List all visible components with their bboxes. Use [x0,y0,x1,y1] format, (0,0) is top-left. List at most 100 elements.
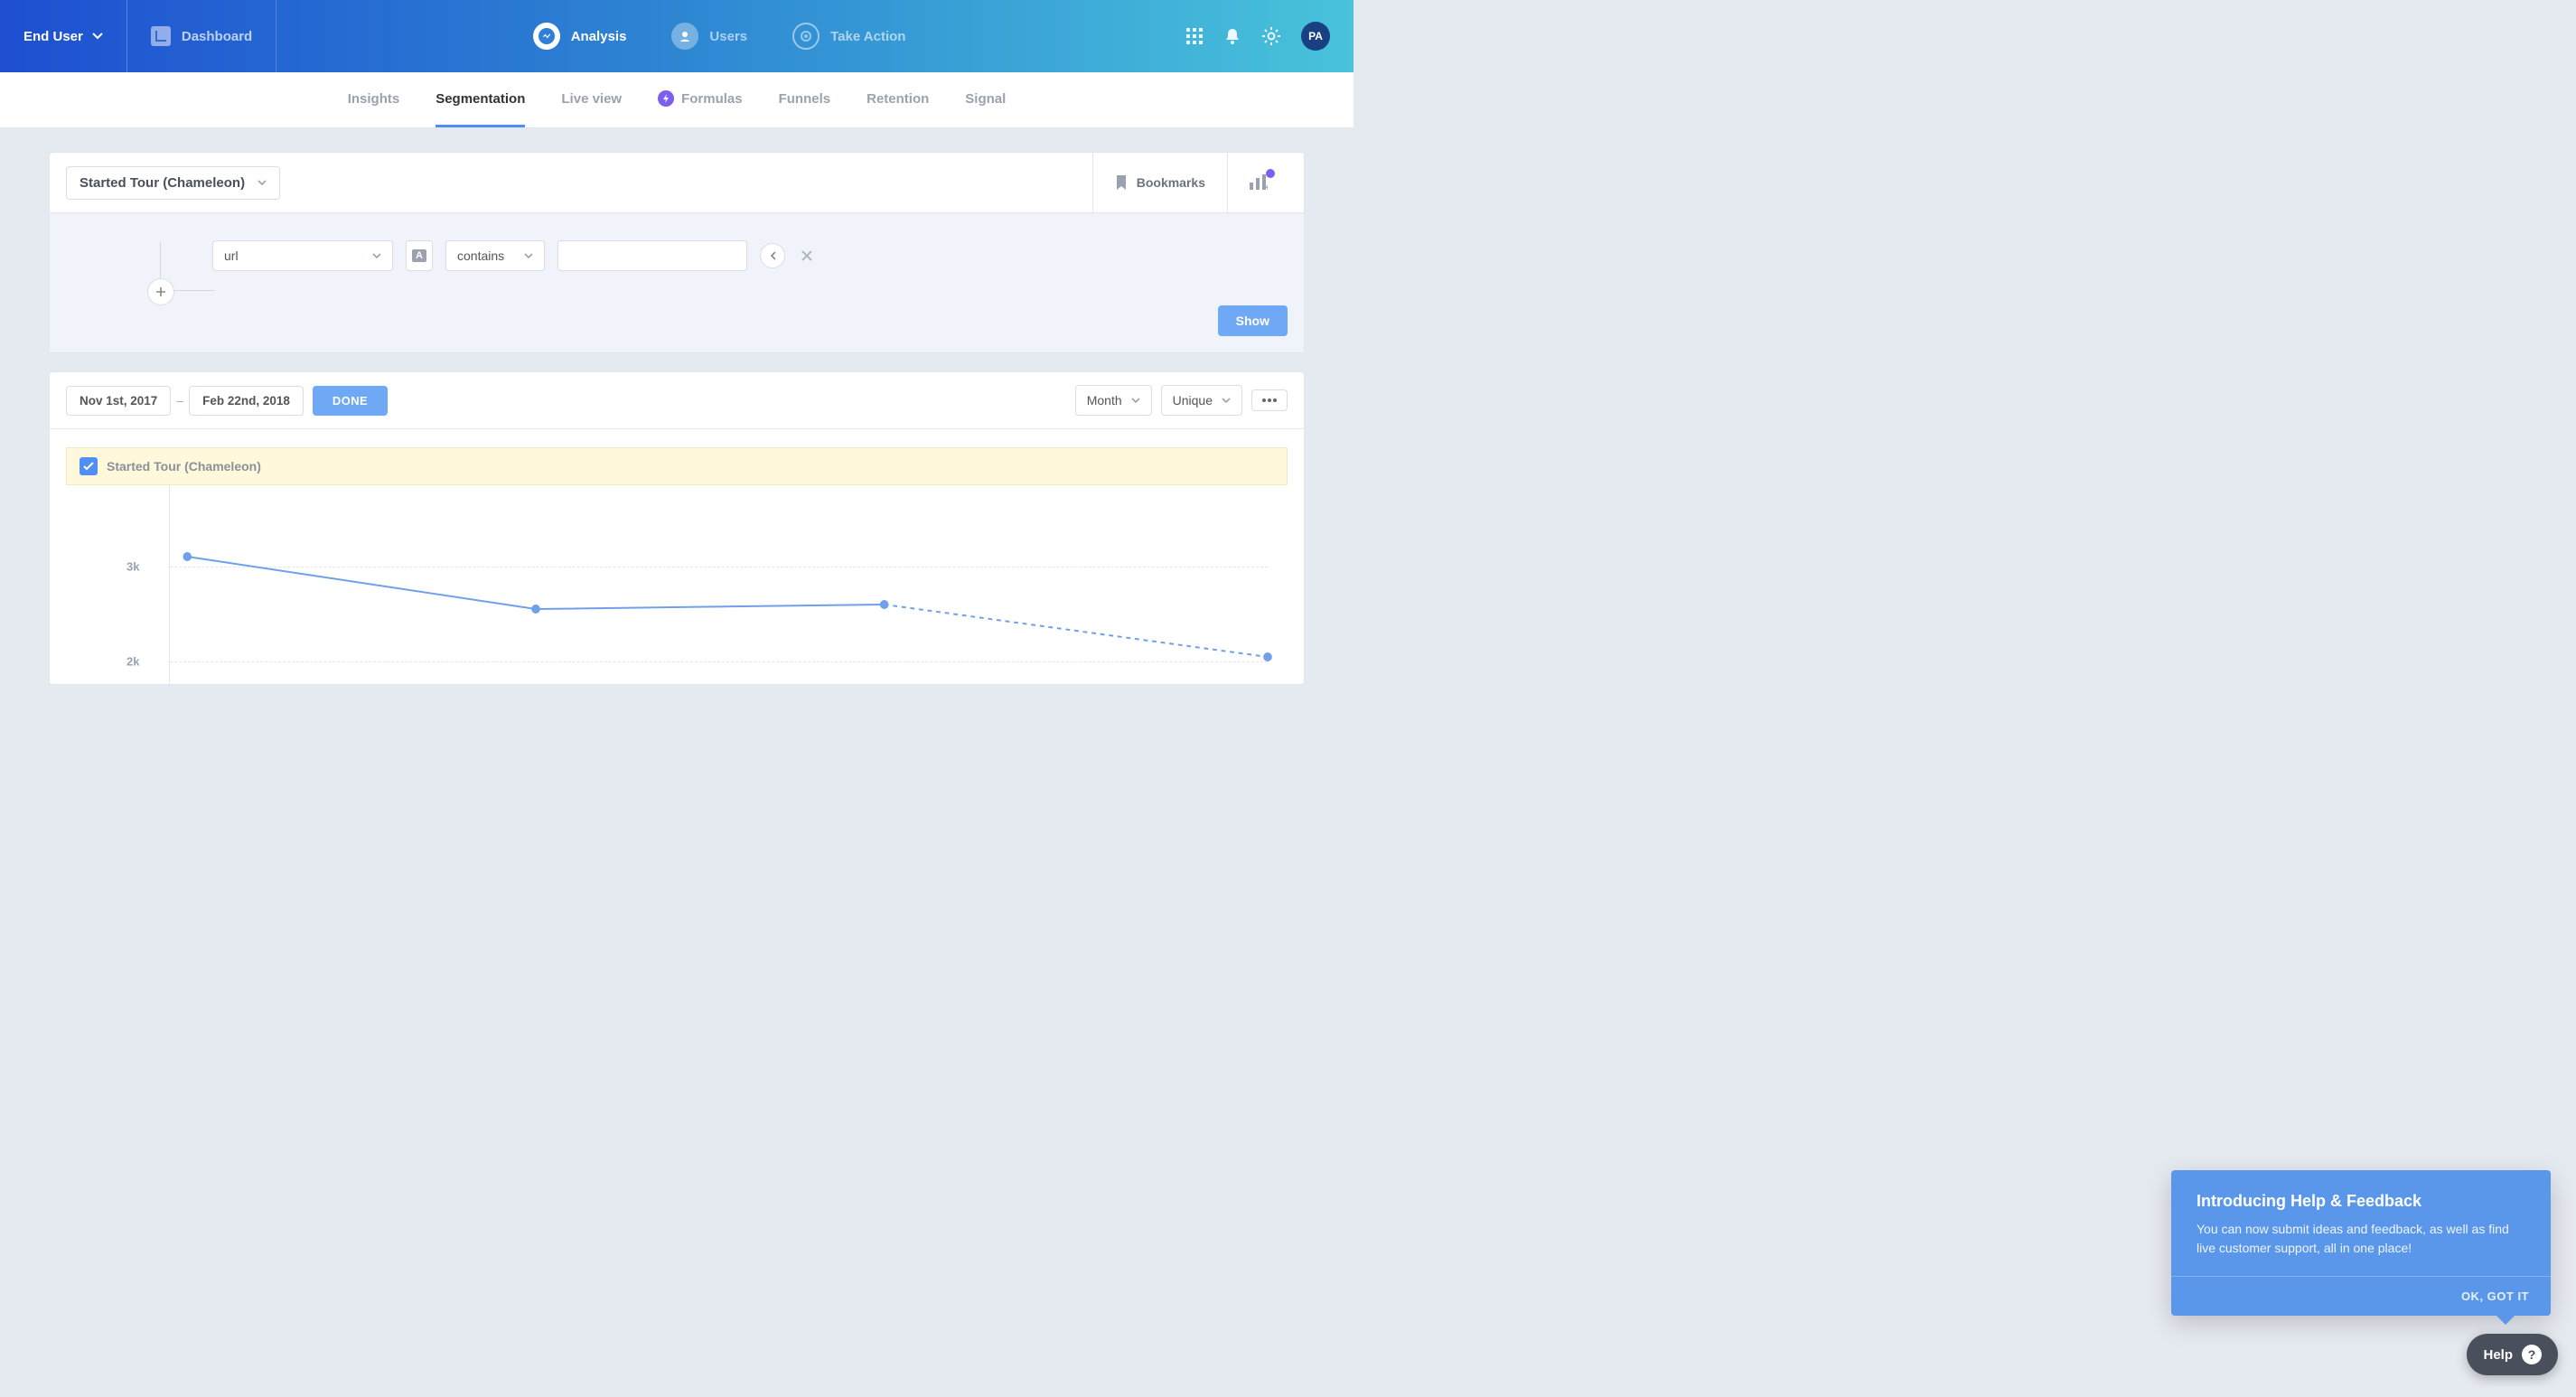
add-to-dashboard-button[interactable]: + [1227,153,1288,212]
dashboard-label: Dashboard [182,29,252,44]
subnav-insights[interactable]: Insights [348,72,400,127]
analysis-subnav: Insights Segmentation Live view Formulas… [0,72,1354,128]
apps-icon[interactable] [1185,27,1204,45]
query-panel-header-right: Bookmarks + [1092,165,1288,200]
subnav-segmentation[interactable]: Segmentation [436,72,525,127]
filter-operator-dropdown[interactable]: contains [445,240,545,271]
plus-icon [155,286,166,297]
count-type-label: Unique [1173,393,1213,408]
remove-filter-button[interactable] [798,247,816,266]
chevron-down-icon [1131,398,1140,404]
date-done-button[interactable]: DONE [313,386,388,416]
nav-users-label: Users [709,29,747,44]
top-nav: End User Dashboard Analysis Users Take A… [0,0,1354,72]
chart-options-menu[interactable] [1251,389,1288,411]
user-avatar[interactable]: PA [1301,22,1330,51]
help-intro-popover: Introducing Help & Feedback You can now … [2171,1170,2551,1316]
filter-property-dropdown[interactable]: url [212,240,393,271]
show-button[interactable]: Show [1218,305,1288,336]
filter-value-input[interactable] [569,248,735,263]
count-type-dropdown[interactable]: Unique [1161,385,1242,416]
popover-tail-icon [2496,1316,2515,1325]
chart-plot-area: 3k 2k [169,485,1268,684]
workarea: Started Tour (Chameleon) Bookmarks + [0,128,1354,685]
subnav-segmentation-label: Segmentation [436,91,525,107]
series-label: Started Tour (Chameleon) [107,459,261,473]
data-point[interactable] [1263,652,1272,661]
data-point[interactable] [183,552,192,561]
help-popover-title: Introducing Help & Feedback [2197,1192,2525,1211]
bookmark-icon [1115,174,1128,191]
filter-value-input-wrap [557,240,747,271]
dashboard-icon [151,26,171,46]
notifications-icon[interactable] [1223,27,1241,45]
subnav-formulas[interactable]: Formulas [658,72,743,127]
add-filter-button[interactable] [147,278,174,305]
data-point[interactable] [531,605,540,614]
user-icon [671,23,698,50]
nav-users[interactable]: Users [671,23,747,50]
chevron-down-icon [1222,398,1231,404]
subnav-signal[interactable]: Signal [965,72,1006,127]
filter-footer: Show [50,295,1304,352]
collapse-filter-button[interactable] [760,243,785,268]
subnav-formulas-label: Formulas [681,91,743,107]
help-popover-confirm-button[interactable]: OK, GOT IT [2461,1289,2529,1303]
top-nav-center: Analysis Users Take Action [276,23,1162,50]
nav-take-action-label: Take Action [830,29,905,44]
filter-body: url A contains [50,213,1304,295]
subnav-retention-label: Retention [866,91,929,107]
date-to-picker[interactable]: Feb 22nd, 2018 [189,386,304,416]
date-range-separator: – [171,393,189,408]
analysis-icon [533,23,560,50]
chevron-down-icon [92,33,103,40]
more-horizontal-icon [1261,398,1278,403]
filter-type-toggle[interactable]: A [406,240,433,271]
nav-take-action[interactable]: Take Action [792,23,905,50]
bookmarks-button[interactable]: Bookmarks [1092,153,1227,212]
chart-controls: Month Unique [1075,385,1288,416]
subnav-funnels[interactable]: Funnels [779,72,831,127]
chevron-down-icon [372,253,381,259]
chevron-left-icon [770,251,776,260]
project-switcher[interactable]: End User [0,0,127,72]
subnav-live-view[interactable]: Live view [561,72,622,127]
help-popover-body: You can now submit ideas and feedback, a… [2197,1220,2525,1258]
question-icon: ? [2522,1345,2542,1364]
event-dropdown[interactable]: Started Tour (Chameleon) [66,166,280,200]
subnav-signal-label: Signal [965,91,1006,107]
query-panel-header: Started Tour (Chameleon) Bookmarks + [50,153,1304,213]
filter-row: url A contains [212,240,1213,271]
subnav-live-view-label: Live view [561,91,622,107]
chart-panel-header: Nov 1st, 2017 – Feb 22nd, 2018 DONE Mont… [50,372,1304,429]
dashboard-link[interactable]: Dashboard [127,0,276,72]
chart-add-icon: + [1248,173,1268,192]
project-switcher-label: End User [23,29,83,44]
chevron-down-icon [524,253,533,259]
chart-panel: Nov 1st, 2017 – Feb 22nd, 2018 DONE Mont… [49,371,1305,685]
avatar-initials: PA [1308,30,1323,42]
event-dropdown-label: Started Tour (Chameleon) [80,175,245,191]
y-tick-label: 3k [126,560,139,574]
settings-icon[interactable] [1261,26,1281,46]
data-point[interactable] [880,600,889,609]
subnav-retention[interactable]: Retention [866,72,929,127]
target-icon [792,23,820,50]
help-launcher-label: Help [2483,1347,2513,1363]
series-line [187,557,884,609]
series-checkbox[interactable] [80,457,98,475]
series-line-partial [885,605,1268,657]
filter-property-label: url [224,248,239,263]
query-panel: Started Tour (Chameleon) Bookmarks + [49,152,1305,353]
type-glyph: A [412,249,426,262]
granularity-dropdown[interactable]: Month [1075,385,1152,416]
notification-dot-icon [1266,169,1275,178]
date-from-picker[interactable]: Nov 1st, 2017 [66,386,171,416]
help-launcher[interactable]: Help ? [2467,1334,2558,1375]
close-icon [801,250,812,261]
chart-svg [170,485,1268,684]
filter-operator-label: contains [457,248,504,263]
chart-legend-row[interactable]: Started Tour (Chameleon) [66,447,1288,485]
nav-analysis[interactable]: Analysis [533,23,627,50]
top-nav-left: End User Dashboard [0,0,276,72]
